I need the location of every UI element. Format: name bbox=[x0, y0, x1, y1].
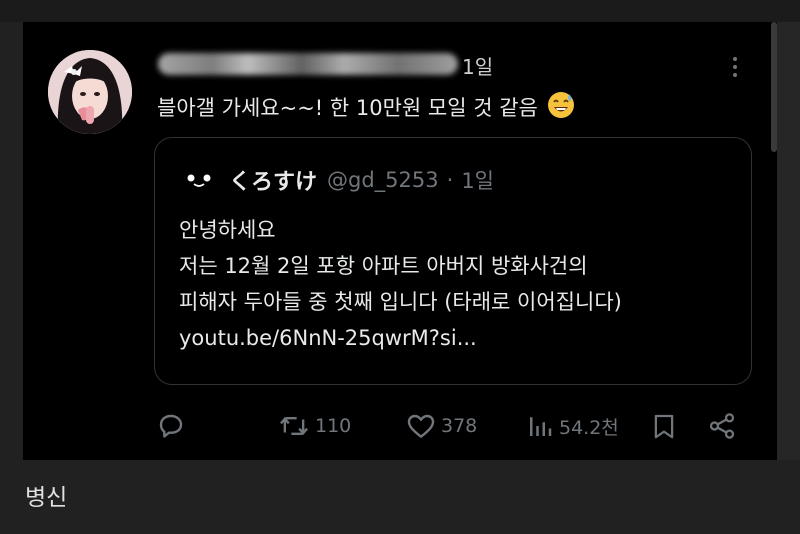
tweet-actions-bar: 110 378 54.2천 bbox=[155, 406, 745, 446]
top-bar bbox=[0, 0, 800, 22]
quoted-link[interactable]: youtu.be/6NnN-25qwrM?si... bbox=[179, 320, 622, 356]
reply-button[interactable] bbox=[155, 406, 187, 446]
separator-dot: · bbox=[446, 168, 454, 192]
reply-icon bbox=[159, 414, 183, 438]
views-button[interactable]: 54.2천 bbox=[525, 406, 619, 446]
quoted-line-3: 피해자 두아들 중 첫째 입니다 (타래로 이어집니다) bbox=[179, 290, 622, 314]
quoted-line-2: 저는 12월 2일 포항 아파트 아버지 방화사건의 bbox=[179, 254, 588, 278]
avatar[interactable] bbox=[48, 50, 132, 134]
heart-icon bbox=[407, 414, 435, 438]
caption-text: 병신 bbox=[25, 485, 68, 511]
quoted-avatar-icon[interactable] bbox=[181, 169, 217, 191]
sweat-smile-emoji-icon bbox=[547, 91, 575, 124]
share-icon bbox=[709, 413, 735, 439]
tweet-time[interactable]: 1일 bbox=[462, 51, 493, 80]
scrollbar-thumb[interactable] bbox=[771, 22, 777, 152]
retweet-count: 110 bbox=[315, 415, 352, 437]
like-button[interactable]: 378 bbox=[405, 406, 477, 446]
retweet-icon bbox=[280, 416, 308, 436]
retweet-button[interactable]: 110 bbox=[277, 406, 351, 446]
quoted-tweet-body: 안녕하세요 저는 12월 2일 포항 아파트 아버지 방화사건의 피해자 두아들… bbox=[179, 212, 622, 356]
quoted-time[interactable]: 1일 bbox=[461, 165, 494, 195]
avatar-photo bbox=[48, 50, 132, 134]
quoted-line-1: 안녕하세요 bbox=[179, 218, 276, 242]
share-button[interactable] bbox=[707, 406, 737, 446]
more-options-icon[interactable] bbox=[724, 52, 746, 82]
views-count: 54.2천 bbox=[559, 416, 619, 439]
quoted-author-name[interactable]: くろすけ bbox=[229, 164, 317, 196]
like-count: 378 bbox=[441, 415, 478, 437]
author-name-blurred[interactable] bbox=[158, 53, 458, 75]
tweet-author-line: 1일 bbox=[158, 53, 558, 79]
quoted-tweet-header: くろすけ @gd_5253 · 1일 bbox=[181, 164, 494, 196]
tweet-text: 블아갤 가세요~~! 한 10만원 모일 것 같음 bbox=[157, 91, 575, 124]
tweet-text-content: 블아갤 가세요~~! 한 10만원 모일 것 같음 bbox=[157, 96, 538, 120]
quoted-tweet[interactable]: くろすけ @gd_5253 · 1일 안녕하세요 저는 12월 2일 포항 아파… bbox=[154, 137, 752, 385]
views-icon bbox=[530, 417, 552, 436]
scroll-track[interactable] bbox=[777, 22, 800, 460]
bookmark-icon bbox=[654, 414, 674, 439]
bookmark-button[interactable] bbox=[649, 406, 679, 446]
quoted-author-handle[interactable]: @gd_5253 bbox=[327, 168, 439, 192]
